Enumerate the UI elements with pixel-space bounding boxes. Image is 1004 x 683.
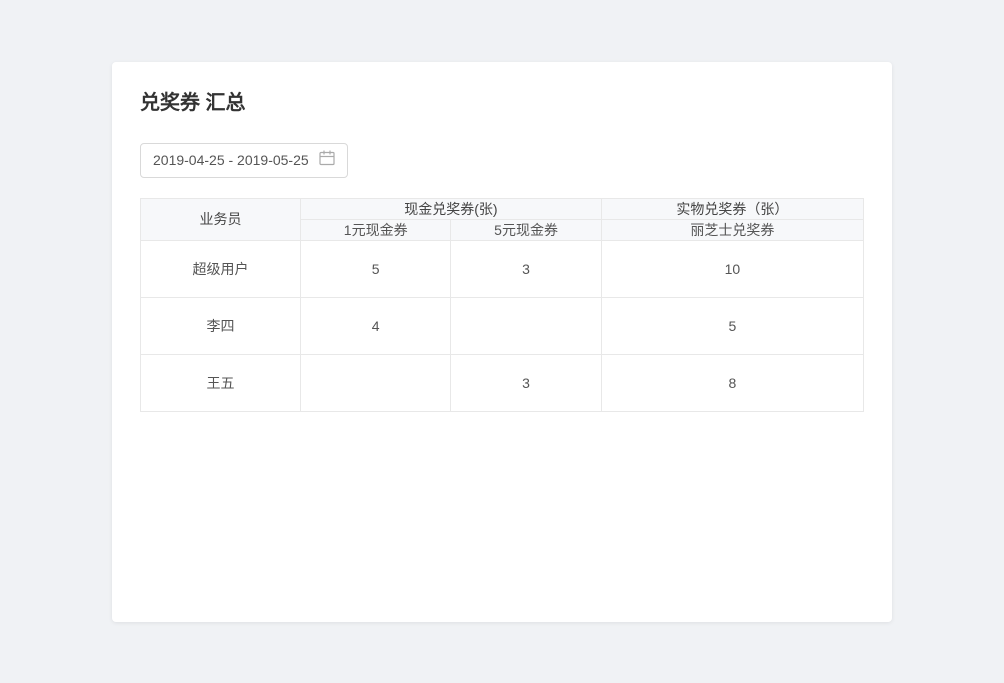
cell-physical-1: 8: [601, 354, 863, 411]
page-title: 兑奖券 汇总: [140, 86, 864, 115]
cell-physical-1: 10: [601, 240, 863, 297]
col-header-physical-group: 实物兑奖券（张）: [601, 198, 863, 219]
cell-cash-5: 3: [451, 354, 601, 411]
date-picker[interactable]: 2019-04-25 - 2019-05-25: [140, 143, 348, 178]
summary-table: 业务员 现金兑奖券(张) 实物兑奖券（张） 1元现金券 5元现金券 丽芝士兑奖券…: [140, 198, 864, 412]
cell-cash-1: 5: [301, 240, 451, 297]
date-picker-value: 2019-04-25 - 2019-05-25: [153, 152, 309, 168]
col-header-salesperson: 业务员: [141, 198, 301, 240]
cell-cash-1: [301, 354, 451, 411]
cell-cash-5: 3: [451, 240, 601, 297]
table-row: 王五 38: [141, 354, 864, 411]
table-row: 李四4 5: [141, 297, 864, 354]
calendar-icon: [319, 150, 335, 171]
cell-cash-1: 4: [301, 297, 451, 354]
table-row: 超级用户5310: [141, 240, 864, 297]
cell-salesperson: 超级用户: [141, 240, 301, 297]
cell-cash-5: [451, 297, 601, 354]
cell-salesperson: 李四: [141, 297, 301, 354]
col-header-physical-1: 丽芝士兑奖券: [601, 219, 863, 240]
cell-physical-1: 5: [601, 297, 863, 354]
page-container: 兑奖券 汇总 2019-04-25 - 2019-05-25 业务员 现金兑奖券…: [112, 62, 892, 622]
col-header-cash-5: 5元现金券: [451, 219, 601, 240]
col-header-cash-group: 现金兑奖券(张): [301, 198, 602, 219]
col-header-cash-1: 1元现金券: [301, 219, 451, 240]
cell-salesperson: 王五: [141, 354, 301, 411]
